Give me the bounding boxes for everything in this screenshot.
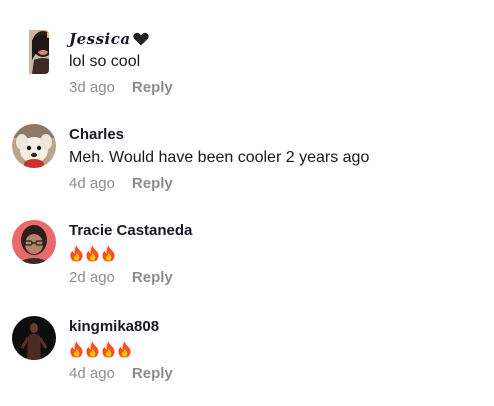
username-text: Jessica	[69, 30, 131, 48]
comment-time: 4d ago	[69, 175, 115, 192]
comment-meta: 4d ago Reply	[69, 175, 486, 193]
avatar[interactable]	[12, 124, 56, 168]
comment-item: kingmika808 4d ago Reply	[0, 316, 494, 406]
comment-time: 3d ago	[69, 79, 115, 96]
comment-text	[69, 245, 486, 262]
comment-text: lol so cool	[69, 53, 141, 70]
comment-item: Charles Meh. Would have been cooler 2 ye…	[0, 124, 494, 214]
avatar[interactable]	[21, 30, 49, 74]
comment-meta: 3d ago Reply	[69, 79, 486, 97]
comment-body: Tracie Castaneda 2d ago Reply	[69, 222, 486, 287]
reply-button[interactable]: Reply	[132, 269, 173, 287]
comment-body: Jessica lol so cool 3d ago Reply	[69, 30, 486, 97]
fire-icon	[86, 245, 99, 262]
comment-body: kingmika808 4d ago Reply	[69, 318, 486, 383]
avatar-tracie-image	[12, 220, 56, 264]
avatar-jessica-image	[29, 30, 49, 74]
comment-time: 2d ago	[69, 269, 115, 286]
comment-body: Charles Meh. Would have been cooler 2 ye…	[69, 126, 486, 193]
fire-icon	[70, 341, 83, 358]
comment-item: Tracie Castaneda 2d ago Reply	[0, 220, 494, 310]
comment-meta: 2d ago Reply	[69, 269, 486, 287]
avatar[interactable]	[12, 316, 56, 360]
comment-text: Meh. Would have been cooler 2 years ago	[69, 149, 370, 166]
avatar[interactable]	[12, 220, 56, 264]
comment-username[interactable]: Charles	[69, 126, 486, 144]
fire-icon	[102, 245, 115, 262]
comment-username[interactable]: kingmika808	[69, 318, 486, 336]
reply-button[interactable]: Reply	[132, 365, 173, 383]
black-heart-icon	[132, 32, 149, 46]
reply-button[interactable]: Reply	[132, 175, 173, 193]
fire-icon	[102, 341, 115, 358]
comment-time: 4d ago	[69, 365, 115, 382]
fire-icon	[70, 245, 83, 262]
avatar-dark-image	[12, 316, 56, 360]
comment-meta: 4d ago Reply	[69, 365, 486, 383]
reply-button[interactable]: Reply	[132, 79, 173, 97]
avatar-dog-image	[12, 124, 56, 168]
fire-icon	[86, 341, 99, 358]
comment-username[interactable]: Tracie Castaneda	[69, 222, 486, 240]
comment-username[interactable]: Jessica	[69, 30, 486, 48]
fire-icon	[118, 341, 131, 358]
comment-text	[69, 341, 486, 358]
comment-item: Jessica lol so cool 3d ago Reply	[0, 28, 494, 118]
